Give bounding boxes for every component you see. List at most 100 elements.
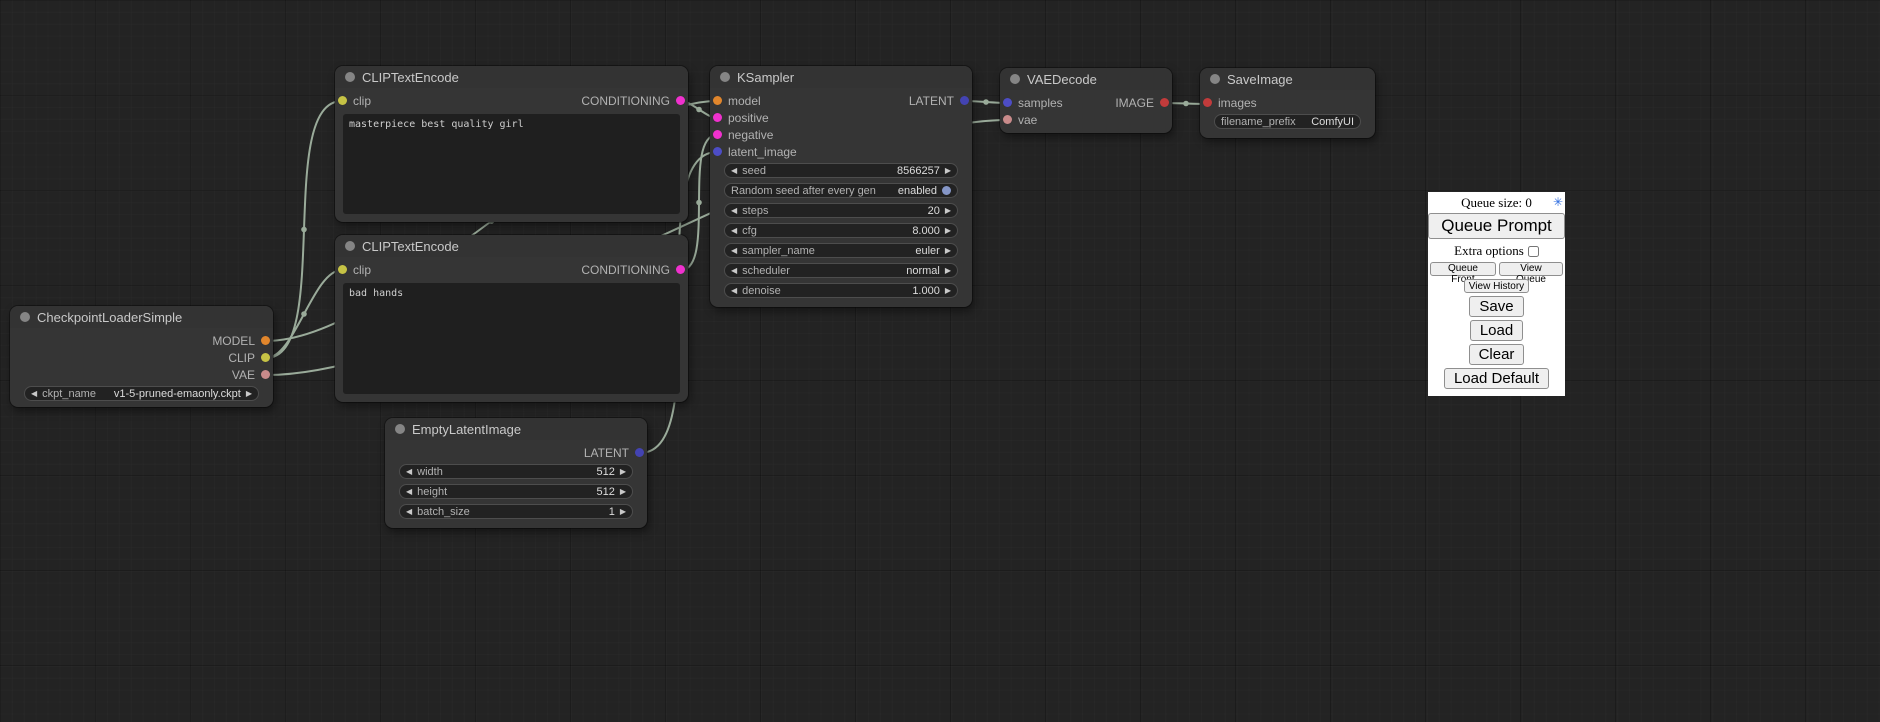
decrement-icon[interactable]: ◀ [731,267,737,275]
view-history-button[interactable]: View History [1464,279,1529,293]
collapse-dot-icon[interactable] [20,312,30,322]
node-checkpoint-loader-simple[interactable]: CheckpointLoaderSimple MODEL CLIP VAE ◀ … [10,306,273,407]
widget-width[interactable]: ◀ width 512 ▶ [399,464,633,479]
collapse-dot-icon[interactable] [1210,74,1220,84]
negative-prompt-textarea[interactable]: bad hands [343,283,680,394]
increment-icon[interactable]: ▶ [945,167,951,175]
slot-dot-image[interactable] [1203,98,1212,107]
slot-dot-model[interactable] [261,336,270,345]
decrement-icon[interactable]: ◀ [406,488,412,496]
save-button[interactable]: Save [1469,296,1523,317]
node-title-bar[interactable]: VAEDecode [1000,68,1172,90]
increment-icon[interactable]: ▶ [620,488,626,496]
comfy-menu-panel[interactable]: Queue size: 0 ✳ Queue Prompt Extra optio… [1428,192,1565,396]
widget-ckpt-name[interactable]: ◀ ckpt_name v1-5-pruned-emaonly.ckpt ▶ [24,386,259,401]
slot-dot-conditioning[interactable] [676,265,685,274]
node-clip-text-encode-negative[interactable]: CLIPTextEncode clip CONDITIONING bad han… [335,235,688,402]
comfyui-canvas[interactable]: { "canvas": { "background": "#232323", "… [0,0,1880,722]
node-title-bar[interactable]: CLIPTextEncode [335,66,688,88]
input-slot-latent-image[interactable]: latent_image [710,145,797,159]
collapse-dot-icon[interactable] [1010,74,1020,84]
slot-dot-model[interactable] [713,96,722,105]
output-slot-latent[interactable]: LATENT [909,94,972,108]
slot-dot-clip[interactable] [261,353,270,362]
input-slot-samples[interactable]: samples [1000,96,1063,110]
increment-icon[interactable]: ▶ [620,468,626,476]
slot-dot-conditioning[interactable] [713,113,722,122]
slot-dot-conditioning[interactable] [676,96,685,105]
input-slot-clip[interactable]: clip [335,94,371,108]
increment-icon[interactable]: ▶ [246,390,252,398]
collapse-dot-icon[interactable] [395,424,405,434]
queue-front-button[interactable]: Queue Front [1430,262,1496,276]
increment-icon[interactable]: ▶ [945,207,951,215]
toggle-on-dot[interactable] [942,186,951,195]
output-slot-latent[interactable]: LATENT [584,446,647,460]
node-save-image[interactable]: SaveImage images filename_prefix ComfyUI [1200,68,1375,138]
output-slot-clip[interactable]: CLIP [228,351,273,365]
positive-prompt-textarea[interactable]: masterpiece best quality girl [343,114,680,214]
node-title-bar[interactable]: CheckpointLoaderSimple [10,306,273,328]
node-title-bar[interactable]: KSampler [710,66,972,88]
input-slot-negative[interactable]: negative [710,128,773,142]
node-clip-text-encode-positive[interactable]: CLIPTextEncode clip CONDITIONING masterp… [335,66,688,222]
slot-dot-latent[interactable] [635,448,644,457]
widget-cfg[interactable]: ◀ cfg 8.000 ▶ [724,223,958,238]
widget-denoise[interactable]: ◀ denoise 1.000 ▶ [724,283,958,298]
slot-dot-vae[interactable] [261,370,270,379]
slot-dot-clip[interactable] [338,96,347,105]
output-slot-image[interactable]: IMAGE [1115,96,1172,110]
extra-options-checkbox[interactable] [1528,246,1539,257]
widget-sampler-name[interactable]: ◀ sampler_name euler ▶ [724,243,958,258]
slot-dot-latent[interactable] [713,147,722,156]
slot-dot-clip[interactable] [338,265,347,274]
widget-height[interactable]: ◀ height 512 ▶ [399,484,633,499]
load-button[interactable]: Load [1470,320,1523,341]
decrement-icon[interactable]: ◀ [406,468,412,476]
decrement-icon[interactable]: ◀ [406,508,412,516]
collapse-dot-icon[interactable] [720,72,730,82]
increment-icon[interactable]: ▶ [945,247,951,255]
slot-dot-latent[interactable] [1003,98,1012,107]
widget-batch-size[interactable]: ◀ batch_size 1 ▶ [399,504,633,519]
node-title-bar[interactable]: EmptyLatentImage [385,418,647,440]
slot-dot-image[interactable] [1160,98,1169,107]
output-slot-model[interactable]: MODEL [212,334,273,348]
slot-dot-conditioning[interactable] [713,130,722,139]
collapse-dot-icon[interactable] [345,72,355,82]
node-vae-decode[interactable]: VAEDecode samples IMAGE vae [1000,68,1172,133]
load-default-button[interactable]: Load Default [1444,368,1549,389]
widget-random-seed-toggle[interactable]: Random seed after every gen enabled [724,183,958,198]
increment-icon[interactable]: ▶ [945,287,951,295]
widget-filename-prefix[interactable]: filename_prefix ComfyUI [1214,114,1361,129]
clear-button[interactable]: Clear [1469,344,1525,365]
input-slot-vae[interactable]: vae [1000,113,1037,127]
node-empty-latent-image[interactable]: EmptyLatentImage LATENT ◀ width 512 ▶ ◀ … [385,418,647,528]
output-slot-vae[interactable]: VAE [232,368,273,382]
node-ksampler[interactable]: KSampler model LATENT positive negative [710,66,972,307]
output-slot-conditioning[interactable]: CONDITIONING [581,263,688,277]
input-slot-clip[interactable]: clip [335,263,371,277]
input-slot-positive[interactable]: positive [710,111,769,125]
decrement-icon[interactable]: ◀ [731,287,737,295]
slot-dot-latent[interactable] [960,96,969,105]
output-slot-conditioning[interactable]: CONDITIONING [581,94,688,108]
node-title-bar[interactable]: SaveImage [1200,68,1375,90]
collapse-dot-icon[interactable] [345,241,355,251]
settings-gear-icon[interactable]: ✳ [1553,195,1563,210]
increment-icon[interactable]: ▶ [945,267,951,275]
view-queue-button[interactable]: View Queue [1499,262,1563,276]
input-slot-model[interactable]: model [710,94,761,108]
input-slot-images[interactable]: images [1200,96,1257,110]
widget-seed[interactable]: ◀ seed 8566257 ▶ [724,163,958,178]
decrement-icon[interactable]: ◀ [731,207,737,215]
decrement-icon[interactable]: ◀ [731,247,737,255]
widget-steps[interactable]: ◀ steps 20 ▶ [724,203,958,218]
decrement-icon[interactable]: ◀ [731,167,737,175]
decrement-icon[interactable]: ◀ [31,390,37,398]
increment-icon[interactable]: ▶ [620,508,626,516]
node-title-bar[interactable]: CLIPTextEncode [335,235,688,257]
widget-scheduler[interactable]: ◀ scheduler normal ▶ [724,263,958,278]
increment-icon[interactable]: ▶ [945,227,951,235]
queue-prompt-button[interactable]: Queue Prompt [1428,213,1565,239]
